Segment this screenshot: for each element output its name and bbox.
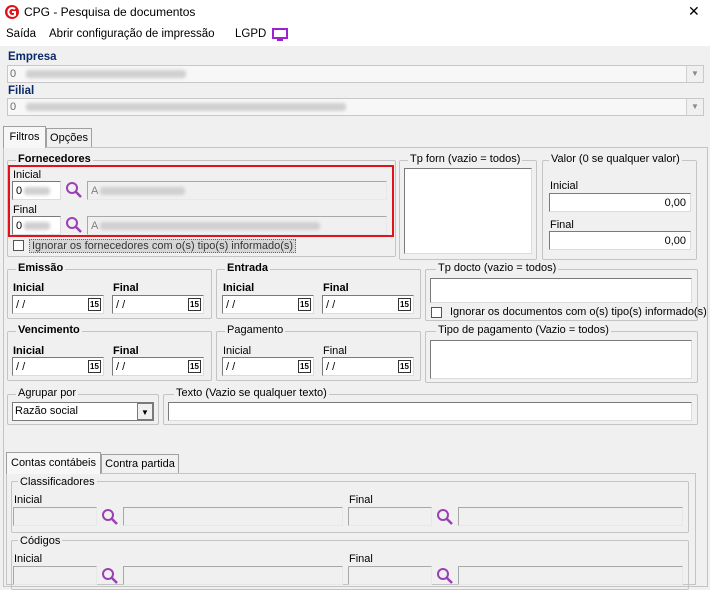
dropdown-arrow-icon[interactable]: ▼ — [686, 99, 703, 115]
codigos-final-name — [458, 566, 683, 585]
codigos-inicial-name — [123, 566, 343, 585]
menu-abrir-configuracao[interactable]: Abrir configuração de impressão — [49, 28, 215, 40]
fornecedor-inicial-label: Inicial — [13, 169, 42, 181]
pagamento-inicial-input[interactable]: / / 15 — [222, 357, 314, 376]
codigos-title: Códigos — [18, 535, 63, 547]
entrada-inicial-input[interactable]: / / 15 — [222, 295, 314, 314]
filial-label: Filial — [8, 85, 35, 97]
tipo-pagamento-title: Tipo de pagamento (Vazio = todos) — [436, 324, 611, 336]
tab-contas-contabeis[interactable]: Contas contábeis — [6, 452, 101, 474]
lgpd-monitor-icon[interactable] — [272, 28, 288, 42]
tab-contra-partida[interactable]: Contra partida — [101, 454, 179, 474]
emissao-final-input[interactable]: / / 15 — [112, 295, 204, 314]
classificadores-final-label: Final — [349, 494, 373, 506]
texto-input[interactable] — [168, 402, 692, 421]
fornecedor-final-label: Final — [13, 204, 37, 216]
close-icon[interactable]: ✕ — [688, 3, 700, 20]
ignorar-documentos-label[interactable]: Ignorar os documentos com o(s) tipo(s) i… — [450, 306, 707, 318]
title-bar: CPG - Pesquisa de documentos ✕ — [0, 0, 710, 24]
filial-value: 0 — [10, 101, 17, 113]
empresa-value: 0 — [10, 68, 17, 80]
tp-docto-title: Tp docto (vazio = todos) — [436, 262, 559, 274]
calendar-icon[interactable]: 15 — [398, 298, 411, 311]
emissao-inicial-input[interactable]: / / 15 — [12, 295, 104, 314]
valor-inicial-label: Inicial — [550, 180, 579, 192]
entrada-final-label: Final — [323, 282, 349, 294]
vencimento-inicial-label: Inicial — [13, 345, 45, 357]
calendar-icon[interactable]: 15 — [298, 360, 311, 373]
window-title: CPG - Pesquisa de documentos — [24, 5, 196, 19]
dropdown-arrow-icon[interactable]: ▼ — [686, 66, 703, 82]
magnifier-icon[interactable] — [65, 181, 83, 199]
classificadores-final-code[interactable] — [348, 507, 432, 526]
pagamento-final-input[interactable]: / / 15 — [322, 357, 414, 376]
vencimento-inicial-input[interactable]: / / 15 — [12, 357, 104, 376]
tipo-pagamento-list[interactable] — [430, 340, 692, 379]
ignorar-fornecedores-label[interactable]: Ignorar os fornecedores com o(s) tipo(s)… — [29, 239, 297, 253]
entrada-final-input[interactable]: / / 15 — [322, 295, 414, 314]
magnifier-icon[interactable] — [436, 567, 454, 585]
calendar-icon[interactable]: 15 — [88, 298, 101, 311]
pagamento-final-label: Final — [323, 345, 347, 357]
classificadores-inicial-name — [123, 507, 343, 526]
entrada-inicial-label: Inicial — [223, 282, 255, 294]
vencimento-title: Vencimento — [16, 324, 82, 336]
valor-inicial-input[interactable]: 0,00 — [549, 193, 691, 212]
fornecedor-inicial-code[interactable]: 0 — [12, 181, 61, 200]
fornecedor-final-name: A — [87, 216, 387, 235]
menu-saida[interactable]: Saída — [6, 28, 36, 40]
magnifier-icon[interactable] — [65, 216, 83, 234]
valor-title: Valor (0 se qualquer valor) — [549, 153, 682, 165]
agrupar-title: Agrupar por — [16, 387, 79, 399]
empresa-redacted — [26, 70, 186, 78]
empresa-select[interactable]: 0 ▼ — [7, 65, 704, 83]
classificadores-title: Classificadores — [18, 476, 97, 488]
calendar-icon[interactable]: 15 — [88, 360, 101, 373]
ignorar-documentos-checkbox[interactable] — [431, 307, 442, 318]
calendar-icon[interactable]: 15 — [188, 360, 201, 373]
vencimento-final-input[interactable]: / / 15 — [112, 357, 204, 376]
calendar-icon[interactable]: 15 — [188, 298, 201, 311]
emissao-inicial-label: Inicial — [13, 282, 45, 294]
codigos-inicial-code[interactable] — [13, 566, 97, 585]
valor-final-label: Final — [550, 219, 574, 231]
filial-select[interactable]: 0 ▼ — [7, 98, 704, 116]
emissao-final-label: Final — [113, 282, 139, 294]
menu-bar: Saída Abrir configuração de impressão LG… — [0, 24, 710, 46]
texto-title: Texto (Vazio se qualquer texto) — [174, 387, 329, 399]
classificadores-inicial-code[interactable] — [13, 507, 97, 526]
classificadores-inicial-label: Inicial — [14, 494, 43, 506]
ignorar-fornecedores-checkbox[interactable] — [13, 240, 24, 251]
codigos-final-label: Final — [349, 553, 373, 565]
tp-docto-list[interactable] — [430, 278, 692, 303]
magnifier-icon[interactable] — [101, 567, 119, 585]
dropdown-arrow-icon[interactable]: ▼ — [137, 403, 153, 420]
tab-opcoes[interactable]: Opções — [46, 128, 92, 148]
filial-redacted — [26, 103, 346, 111]
magnifier-icon[interactable] — [436, 508, 454, 526]
calendar-icon[interactable]: 15 — [298, 298, 311, 311]
pagamento-title: Pagamento — [225, 324, 286, 336]
empresa-label: Empresa — [8, 51, 57, 63]
valor-final-input[interactable]: 0,00 — [549, 231, 691, 250]
fornecedor-final-code[interactable]: 0 — [12, 216, 61, 235]
magnifier-icon[interactable] — [101, 508, 119, 526]
agrupar-select[interactable]: Razão social ▼ — [12, 402, 154, 421]
tp-forn-list[interactable] — [404, 168, 532, 254]
fornecedores-title: Fornecedores — [16, 153, 93, 165]
classificadores-final-name — [458, 507, 683, 526]
app-logo-icon — [5, 5, 19, 19]
calendar-icon[interactable]: 15 — [398, 360, 411, 373]
vencimento-final-label: Final — [113, 345, 139, 357]
menu-lgpd[interactable]: LGPD — [235, 28, 266, 40]
codigos-final-code[interactable] — [348, 566, 432, 585]
entrada-title: Entrada — [225, 262, 270, 274]
codigos-inicial-label: Inicial — [14, 553, 43, 565]
tp-forn-title: Tp forn (vazio = todos) — [408, 153, 523, 165]
tab-filtros[interactable]: Filtros — [3, 126, 46, 148]
emissao-title: Emissão — [16, 262, 66, 274]
pagamento-inicial-label: Inicial — [223, 345, 252, 357]
fornecedor-inicial-name: A — [87, 181, 387, 200]
